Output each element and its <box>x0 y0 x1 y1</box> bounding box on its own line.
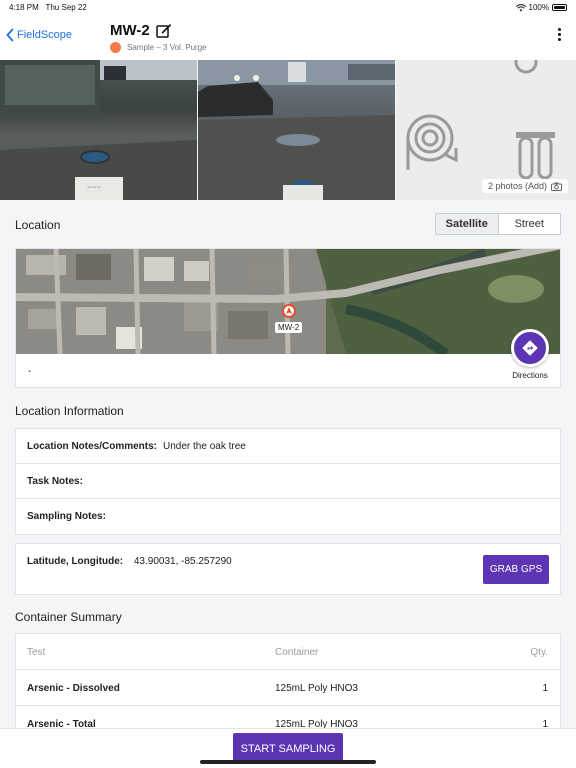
cell-qty: 1 <box>542 683 548 694</box>
cell-container: 125mL Poly HNO3 <box>275 683 358 694</box>
location-address: - <box>28 366 32 377</box>
photos-count-badge[interactable]: 2 photos (Add) <box>481 179 568 193</box>
latlng-value: 43.90031, -85.257290 <box>133 556 232 567</box>
container-summary-heading: Container Summary <box>15 610 122 624</box>
table-header: Test Container Qty. <box>16 634 560 670</box>
photo-image <box>197 60 396 200</box>
location-notes-label: Location Notes/Comments: <box>27 440 158 452</box>
page-title: MW-2 <box>110 22 150 39</box>
more-vertical-icon[interactable] <box>556 28 562 41</box>
directions-icon <box>522 340 538 356</box>
sampling-notes-row[interactable]: Sampling Notes: <box>16 499 560 534</box>
task-notes-row[interactable]: Task Notes: <box>16 464 560 499</box>
location-notes-value: Under the oak tree <box>163 440 246 452</box>
location-notes-row[interactable]: Location Notes/Comments: Under the oak t… <box>16 429 560 464</box>
container-table: Test Container Qty. Arsenic - Dissolved … <box>15 633 561 743</box>
battery-percent: 100% <box>528 3 549 12</box>
sampling-notes-label: Sampling Notes: <box>27 511 106 522</box>
table-row[interactable]: Arsenic - Dissolved 125mL Poly HNO3 1 <box>16 670 560 706</box>
home-indicator <box>200 760 376 764</box>
column-test: Test <box>27 647 46 658</box>
status-right: 100% <box>515 3 567 12</box>
back-button[interactable]: FieldScope <box>5 28 72 42</box>
add-photo-placeholder[interactable]: 2 photos (Add) <box>396 60 576 200</box>
title-block: MW-2 Sample – 3 Vol. Purge <box>110 22 207 53</box>
map-image <box>16 249 560 354</box>
satellite-map[interactable]: MW-2 <box>16 249 560 354</box>
grab-gps-button[interactable]: GRAB GPS <box>483 555 549 584</box>
location-info-heading: Location Information <box>15 404 124 418</box>
column-qty: Qty. <box>530 647 548 658</box>
nav-bar: FieldScope MW-2 Sample – 3 Vol. Purge <box>0 14 576 60</box>
status-time: 4:18 PM Thu Sep 22 <box>9 3 87 12</box>
map-type-segmented-control: Satellite Street <box>435 213 561 235</box>
latlng-label: Latitude, Longitude: <box>27 556 124 567</box>
page-subtitle: Sample – 3 Vol. Purge <box>127 43 207 52</box>
photo-strip: ~~~ 2 photos (Add) <box>0 60 576 200</box>
directions-label: Directions <box>512 371 548 380</box>
segment-street[interactable]: Street <box>499 214 561 234</box>
svg-text:~~~: ~~~ <box>87 183 101 192</box>
location-notes-card: Location Notes/Comments: Under the oak t… <box>15 428 561 535</box>
location-heading: Location <box>15 218 61 232</box>
task-notes-label: Task Notes: <box>27 475 83 487</box>
edit-icon[interactable] <box>155 23 172 38</box>
map-card: MW-2 - Directions <box>15 248 561 388</box>
chevron-left-icon <box>6 28 14 42</box>
column-container: Container <box>275 647 319 658</box>
battery-icon <box>552 4 567 11</box>
photo-image: ~~~ <box>0 60 197 200</box>
photo-thumbnail[interactable] <box>197 60 396 200</box>
status-bar: 4:18 PM Thu Sep 22 100% <box>0 0 576 14</box>
photo-thumbnail[interactable]: ~~~ <box>0 60 197 200</box>
status-dot <box>110 42 121 53</box>
segment-satellite[interactable]: Satellite <box>436 214 499 234</box>
camera-icon <box>551 182 562 191</box>
cell-test: Arsenic - Dissolved <box>27 683 120 694</box>
bottom-bar: START SAMPLING <box>0 728 576 768</box>
gps-card: Latitude, Longitude: 43.90031, -85.25729… <box>15 543 561 595</box>
directions-button[interactable]: Directions <box>510 329 550 380</box>
map-marker-label: MW-2 <box>275 322 303 333</box>
wifi-icon <box>515 3 526 11</box>
back-label: FieldScope <box>17 29 73 41</box>
